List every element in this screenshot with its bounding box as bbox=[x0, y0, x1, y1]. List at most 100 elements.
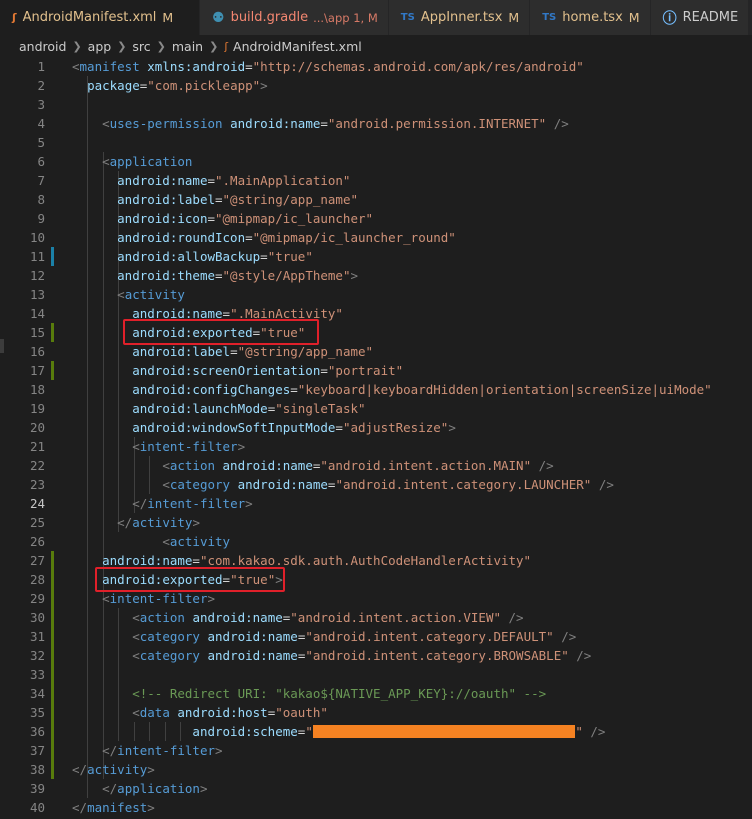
line-code: <action android:name="android.intent.act… bbox=[72, 456, 553, 475]
git-status-badge: M bbox=[508, 10, 520, 25]
code-line[interactable]: 14 android:name=".MainActivity" bbox=[0, 304, 752, 323]
git-added-line-marker[interactable] bbox=[51, 760, 54, 779]
breadcrumb-item-main[interactable]: main bbox=[172, 39, 203, 54]
code-line[interactable]: 16 android:label="@string/app_name" bbox=[0, 342, 752, 361]
git-added-line-marker[interactable] bbox=[51, 570, 54, 589]
tag-bracket: > bbox=[147, 762, 155, 777]
code-line[interactable]: 36 android:scheme=" " /> bbox=[0, 722, 752, 741]
code-line[interactable]: 29 <intent-filter> bbox=[0, 589, 752, 608]
attribute-name: android:name bbox=[207, 629, 298, 644]
code-line[interactable]: 30 <action android:name="android.intent.… bbox=[0, 608, 752, 627]
code-line[interactable]: 9 android:icon="@mipmap/ic_launcher" bbox=[0, 209, 752, 228]
equals-sign: = bbox=[260, 249, 268, 264]
code-line[interactable]: 26 <activity bbox=[0, 532, 752, 551]
git-added-line-marker[interactable] bbox=[51, 361, 54, 380]
attribute-name: android:configChanges bbox=[132, 382, 291, 397]
breadcrumb-item-src[interactable]: src bbox=[132, 39, 150, 54]
code-line[interactable]: 22 <action android:name="android.intent.… bbox=[0, 456, 752, 475]
line-code: </intent-filter> bbox=[72, 494, 252, 513]
code-line[interactable]: 13 <activity bbox=[0, 285, 752, 304]
code-line[interactable]: 11 android:allowBackup="true" bbox=[0, 247, 752, 266]
git-modified-line-marker[interactable] bbox=[51, 247, 54, 266]
code-line[interactable]: 2 package="com.pickleapp"> bbox=[0, 76, 752, 95]
tag-bracket: < bbox=[162, 534, 170, 549]
code-line[interactable]: 20 android:windowSoftInputMode="adjustRe… bbox=[0, 418, 752, 437]
code-line[interactable]: 8 android:label="@string/app_name" bbox=[0, 190, 752, 209]
code-line[interactable]: 21 <intent-filter> bbox=[0, 437, 752, 456]
tab-appinner-tsx[interactable]: TS AppInner.tsx M bbox=[388, 0, 531, 35]
git-added-line-marker[interactable] bbox=[51, 608, 54, 627]
line-number: 20 bbox=[29, 420, 45, 435]
attribute-name: android:icon bbox=[117, 211, 208, 226]
code-line[interactable]: 10 android:roundIcon="@mipmap/ic_launche… bbox=[0, 228, 752, 247]
code-line[interactable]: 12 android:theme="@style/AppTheme"> bbox=[0, 266, 752, 285]
code-line[interactable]: 31 <category android:name="android.inten… bbox=[0, 627, 752, 646]
code-line[interactable]: 27 android:name="com.kakao.sdk.auth.Auth… bbox=[0, 551, 752, 570]
line-number: 4 bbox=[37, 116, 45, 131]
code-line[interactable]: 32 <category android:name="android.inten… bbox=[0, 646, 752, 665]
code-line[interactable]: 7 android:name=".MainApplication" bbox=[0, 171, 752, 190]
git-added-line-marker[interactable] bbox=[51, 722, 54, 741]
equals-sign: = bbox=[192, 553, 200, 568]
attribute-value: "true" bbox=[230, 572, 276, 587]
tab-home-tsx[interactable]: TS home.tsx M bbox=[530, 0, 651, 35]
git-added-line-marker[interactable] bbox=[51, 741, 54, 760]
code-line[interactable]: 23 <category android:name="android.inten… bbox=[0, 475, 752, 494]
code-line[interactable]: 5 bbox=[0, 133, 752, 152]
git-added-line-marker[interactable] bbox=[51, 703, 54, 722]
code-editor[interactable]: 1 <manifest xmlns:android="http://schemas… bbox=[0, 57, 752, 819]
breadcrumb-item-app[interactable]: app bbox=[88, 39, 112, 54]
code-line[interactable]: 3 bbox=[0, 95, 752, 114]
attribute-value: "android.intent.category.DEFAULT" bbox=[305, 629, 554, 644]
git-added-line-marker[interactable] bbox=[51, 646, 54, 665]
line-code: android:name=".MainApplication" bbox=[72, 171, 350, 190]
git-added-line-marker[interactable] bbox=[51, 665, 54, 684]
code-line[interactable]: 37 </intent-filter> bbox=[0, 741, 752, 760]
git-added-line-marker[interactable] bbox=[51, 551, 54, 570]
line-code: android:name="com.kakao.sdk.auth.AuthCod… bbox=[72, 551, 531, 570]
code-line[interactable]: 34 <!-- Redirect URI: "kakao${NATIVE_APP… bbox=[0, 684, 752, 703]
code-line[interactable]: 6 <application bbox=[0, 152, 752, 171]
git-added-line-marker[interactable] bbox=[51, 684, 54, 703]
code-line[interactable]: 18 android:configChanges="keyboard|keybo… bbox=[0, 380, 752, 399]
breadcrumb-item-file[interactable]: AndroidManifest.xml bbox=[233, 39, 362, 54]
code-line[interactable]: 19 android:launchMode="singleTask" bbox=[0, 399, 752, 418]
code-line[interactable]: 4 <uses-permission android:name="android… bbox=[0, 114, 752, 133]
tab-readme[interactable]: ⓘ README bbox=[650, 0, 750, 35]
code-line[interactable]: 39 </application> bbox=[0, 779, 752, 798]
line-code: android:scheme=" " /> bbox=[72, 722, 605, 741]
attribute-value: "@mipmap/ic_launcher" bbox=[215, 211, 374, 226]
line-code: android:name=".MainActivity" bbox=[72, 304, 343, 323]
tab-build-gradle[interactable]: ⚉ build.gradle ...\app 1, M bbox=[200, 0, 389, 35]
code-line[interactable]: 33 bbox=[0, 665, 752, 684]
code-line[interactable]: 24 </intent-filter> bbox=[0, 494, 752, 513]
code-line[interactable]: 15 android:exported="true" bbox=[0, 323, 752, 342]
code-line[interactable]: 17 android:screenOrientation="portrait" bbox=[0, 361, 752, 380]
info-icon: ⓘ bbox=[662, 10, 677, 27]
code-line[interactable]: 25 </activity> bbox=[0, 513, 752, 532]
code-line[interactable]: 1 <manifest xmlns:android="http://schemas… bbox=[0, 57, 752, 76]
attribute-value: "android.intent.category.BROWSABLE" bbox=[305, 648, 569, 663]
code-line[interactable]: 40 </manifest> bbox=[0, 798, 752, 817]
git-added-line-marker[interactable] bbox=[51, 323, 54, 342]
line-code: <data android:host="oauth" bbox=[72, 703, 328, 722]
tab-androidmanifest-xml[interactable]: ʃ AndroidManifest.xml M bbox=[0, 0, 200, 35]
code-line[interactable]: 38 </activity> bbox=[0, 760, 752, 779]
breadcrumb-item-android[interactable]: android bbox=[19, 39, 66, 54]
tag-bracket: > bbox=[350, 268, 358, 283]
line-number: 35 bbox=[29, 705, 45, 720]
line-number: 29 bbox=[29, 591, 45, 606]
equals-sign: = bbox=[207, 211, 215, 226]
git-added-line-marker[interactable] bbox=[51, 589, 54, 608]
git-added-line-marker[interactable] bbox=[51, 627, 54, 646]
code-line[interactable]: 35 <data android:host="oauth" bbox=[0, 703, 752, 722]
line-code: </manifest> bbox=[72, 798, 155, 817]
tag-name: intent-filter bbox=[117, 743, 216, 758]
line-code: android:label="@string/app_name" bbox=[72, 190, 358, 209]
line-number: 37 bbox=[29, 743, 45, 758]
tag-name: activity bbox=[169, 534, 231, 549]
code-line[interactable]: 28 android:exported="true"> bbox=[0, 570, 752, 589]
line-number: 18 bbox=[29, 382, 45, 397]
